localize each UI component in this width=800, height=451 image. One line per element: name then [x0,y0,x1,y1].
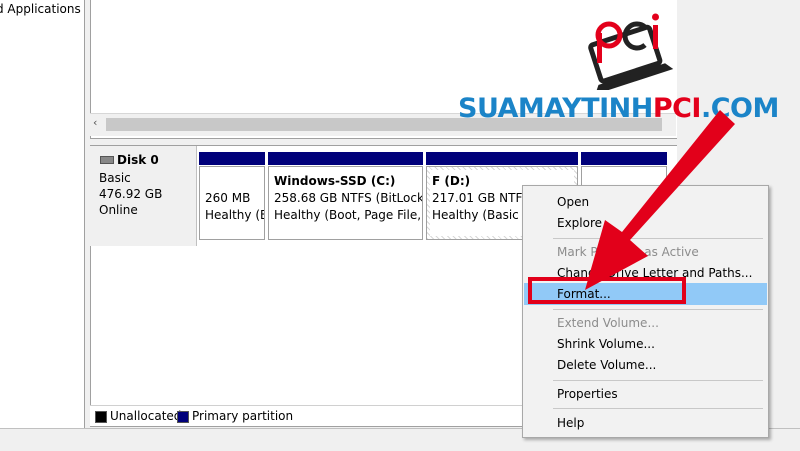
menu-item-extend-volume: Extend Volume... [557,316,659,330]
red-arrow-icon [585,110,735,290]
disk-0-label[interactable]: Disk 0 Basic 476.92 GB Online [90,146,197,246]
console-tree-pane: d Applications [0,0,85,450]
menu-separator [553,380,763,381]
partition-bar-c [268,152,423,165]
partition-c[interactable]: Windows-SSD (C:) 258.68 GB NTFS (BitLock… [268,166,423,240]
partition-size: 258.68 GB NTFS (BitLocker [274,191,423,205]
partition-title: F (D:) [432,174,471,188]
menu-separator [553,408,763,409]
menu-item-properties[interactable]: Properties [524,383,767,405]
pci-logo-icon [588,13,674,90]
partition-bar-d [426,152,578,165]
partition-bar-efi [199,152,265,165]
legend-label-primary: Primary partition [192,409,294,423]
legend-swatch-unallocated [95,411,107,423]
legend-swatch-primary [177,411,189,423]
partition-title: Windows-SSD (C:) [274,174,396,188]
menu-separator [553,309,763,310]
menu-item-shrink-volume[interactable]: Shrink Volume... [524,333,767,355]
disk-icon [100,156,114,164]
partition-status: Healthy (Boot, Page File, Cr [274,208,423,222]
legend-label-unallocated: Unallocated [110,409,182,423]
menu-item-help[interactable]: Help [524,412,767,434]
tree-item-applications[interactable]: d Applications [0,2,81,16]
disk-size: 476.92 GB [99,187,163,201]
disk-name: Disk 0 [117,153,159,167]
partition-size: 260 MB [205,191,251,205]
partition-status: Healthy (E [205,208,265,222]
disk-type: Basic [99,171,131,185]
partition-efi[interactable]: 260 MB Healthy (E [199,166,265,240]
menu-item-delete-volume[interactable]: Delete Volume... [524,354,767,376]
disk-status: Online [99,203,138,217]
scroll-left-icon[interactable]: ‹ [93,116,97,129]
